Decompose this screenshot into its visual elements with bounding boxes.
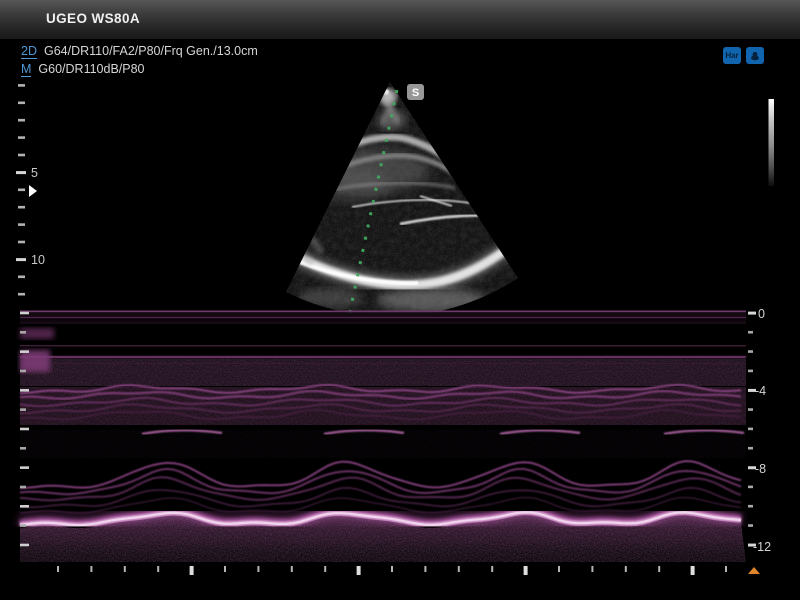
tick bbox=[291, 566, 293, 572]
tick bbox=[16, 258, 26, 261]
m-parameter-text: G60/DR110dB/P80 bbox=[38, 62, 144, 76]
depth-ruler-2d: 5 10 bbox=[16, 84, 45, 295]
tick bbox=[18, 241, 25, 244]
tick bbox=[658, 566, 660, 572]
m-parameter-line: M G60/DR110dB/P80 bbox=[21, 60, 258, 78]
depth-label-5: 5 bbox=[31, 166, 38, 180]
tick bbox=[748, 524, 753, 527]
tick bbox=[20, 505, 29, 508]
tick bbox=[424, 566, 426, 572]
tick bbox=[625, 566, 627, 572]
tick bbox=[20, 447, 26, 450]
depth-scale-m-right: 0 -4 -8 -12 bbox=[748, 307, 771, 554]
tick bbox=[18, 189, 25, 192]
2d-parameter-line: 2D G64/DR110/FA2/P80/Frq Gen./13.0cm bbox=[21, 42, 258, 60]
orientation-marker-label: S bbox=[412, 87, 419, 99]
grayscale-bar bbox=[769, 99, 775, 186]
tick bbox=[591, 566, 593, 572]
harmonic-imaging-icon: Har bbox=[723, 47, 741, 64]
tick bbox=[748, 408, 753, 411]
tick bbox=[20, 389, 29, 392]
tick bbox=[558, 566, 560, 572]
tick bbox=[18, 206, 25, 209]
tick bbox=[748, 370, 753, 373]
tick bbox=[748, 389, 756, 392]
sweep-position-icon bbox=[748, 567, 760, 574]
tick bbox=[748, 331, 753, 334]
tick bbox=[391, 566, 393, 572]
m-depth-label-12: -12 bbox=[753, 540, 771, 554]
tick bbox=[57, 566, 59, 572]
status-badges: Har bbox=[723, 47, 764, 64]
tick bbox=[748, 428, 753, 431]
tick bbox=[18, 223, 25, 226]
tick bbox=[18, 154, 25, 157]
tick bbox=[748, 466, 756, 469]
tick bbox=[748, 312, 756, 315]
tick bbox=[18, 136, 25, 139]
imaging-area: S 5 10 bbox=[0, 0, 800, 600]
tick bbox=[224, 566, 226, 572]
tick bbox=[748, 447, 753, 450]
tick bbox=[20, 524, 26, 527]
m-mode-label: M bbox=[21, 62, 31, 77]
tick bbox=[20, 408, 26, 411]
2d-image: S bbox=[280, 78, 530, 323]
tick bbox=[748, 350, 753, 353]
m-mode-trace bbox=[20, 311, 746, 563]
tick bbox=[324, 566, 326, 572]
tick bbox=[748, 544, 756, 547]
tick bbox=[124, 566, 126, 572]
tick bbox=[20, 428, 29, 431]
tick bbox=[748, 486, 753, 489]
probe-orientation-icon bbox=[746, 47, 764, 64]
tick bbox=[20, 350, 29, 353]
ultrasound-screen: UGEO WS80A 2DG64/DR110/FA2/P80/Frq Gen./… bbox=[0, 0, 800, 600]
tick bbox=[491, 566, 493, 572]
tick bbox=[18, 119, 25, 122]
tick bbox=[725, 566, 727, 572]
focus-marker-icon[interactable] bbox=[29, 185, 37, 197]
tick bbox=[458, 566, 460, 572]
tick bbox=[18, 276, 25, 279]
tick bbox=[257, 566, 259, 572]
tick bbox=[20, 486, 26, 489]
image-parameter-annotations: 2D G64/DR110/FA2/P80/Frq Gen./13.0cm M G60… bbox=[21, 42, 258, 78]
tick bbox=[90, 566, 92, 572]
2d-mode-label: 2D bbox=[21, 44, 37, 59]
tick bbox=[20, 466, 29, 469]
tick bbox=[20, 370, 26, 373]
tick bbox=[20, 331, 26, 334]
m-trace-line bbox=[20, 461, 741, 488]
tick bbox=[748, 505, 753, 508]
tick bbox=[16, 171, 26, 174]
orientation-marker: S bbox=[407, 84, 424, 100]
tick bbox=[18, 84, 25, 87]
tick bbox=[524, 566, 528, 575]
tick bbox=[18, 293, 25, 296]
tick bbox=[18, 102, 25, 105]
tick bbox=[157, 566, 159, 572]
depth-ruler-m-left bbox=[20, 312, 29, 547]
tick bbox=[190, 566, 194, 575]
tick bbox=[20, 544, 29, 547]
2d-parameter-text: G64/DR110/FA2/P80/Frq Gen./13.0cm bbox=[44, 44, 258, 58]
time-ruler bbox=[57, 566, 727, 575]
tick bbox=[20, 312, 29, 315]
tick bbox=[691, 566, 695, 575]
m-depth-label-4: -4 bbox=[755, 384, 766, 398]
depth-label-10: 10 bbox=[31, 253, 45, 267]
m-depth-label-8: -8 bbox=[755, 462, 766, 476]
m-depth-label-0: 0 bbox=[758, 307, 765, 321]
tick bbox=[357, 566, 361, 575]
